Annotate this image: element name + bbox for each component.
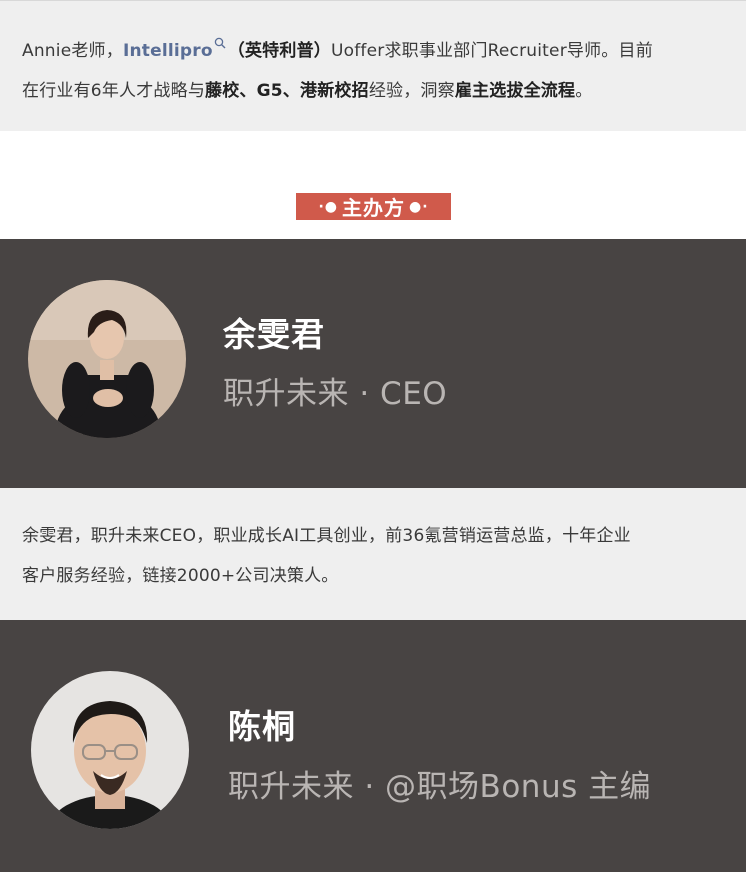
intro-bio-rest: Uoffer求职事业部门Recruiter导师。目前 [330, 41, 653, 61]
speaker-title: 职升未来 · CEO [223, 376, 448, 412]
intro-bio-text: 。 [575, 81, 593, 101]
avatar [31, 671, 189, 829]
speaker-card: 余雯君 职升未来 · CEO [0, 239, 746, 488]
tag-dots-left: ·● [318, 198, 338, 215]
company-link[interactable]: Intellipro [123, 41, 213, 61]
speaker-bio-line-2: 客户服务经验，链接2000+公司决策人。 [22, 566, 339, 586]
intro-bio-highlight: 藤校、G5、港新校招 [205, 81, 369, 101]
avatar [28, 280, 186, 438]
intro-bio-text: 经验，洞察 [368, 81, 455, 101]
intro-bio-block: Annie老师，Intellipro （英特利普）Uoffer求职事业部门Recr… [0, 0, 746, 131]
organizer-tag: ·● 主办方 ●· [296, 193, 451, 220]
woman-portrait-icon [28, 280, 186, 438]
speaker-name: 余雯君 [223, 315, 325, 354]
company-cn-name: （英特利普） [227, 41, 331, 61]
speaker-bio-line-1: 余雯君，职升未来CEO，职业成长AI工具创业，前36氪营销运营总监，十年企业 [22, 526, 631, 546]
intro-bio-line-1: Annie老师，Intellipro （英特利普）Uoffer求职事业部门Recr… [22, 31, 726, 71]
intro-bio-line-2: 在行业有6年人才战略与藤校、G5、港新校招经验，洞察雇主选拔全流程。 [22, 71, 726, 111]
intro-bio-text: 在行业有6年人才战略与 [22, 81, 206, 101]
speaker-title: 职升未来 · @职场Bonus 主编 [228, 769, 652, 805]
search-icon[interactable] [214, 37, 226, 49]
speaker-name: 陈桐 [228, 707, 296, 746]
man-portrait-icon [31, 671, 189, 829]
intro-bio-highlight: 雇主选拔全流程 [454, 81, 576, 101]
tag-dots-right: ●· [409, 198, 429, 215]
intro-bio-prefix: Annie老师， [22, 41, 123, 61]
speaker-bio-block: 余雯君，职升未来CEO，职业成长AI工具创业，前36氪营销运营总监，十年企业 客… [0, 488, 746, 620]
speaker-card: 陈桐 职升未来 · @职场Bonus 主编 [0, 620, 746, 872]
tag-label: 主办方 [342, 196, 405, 220]
